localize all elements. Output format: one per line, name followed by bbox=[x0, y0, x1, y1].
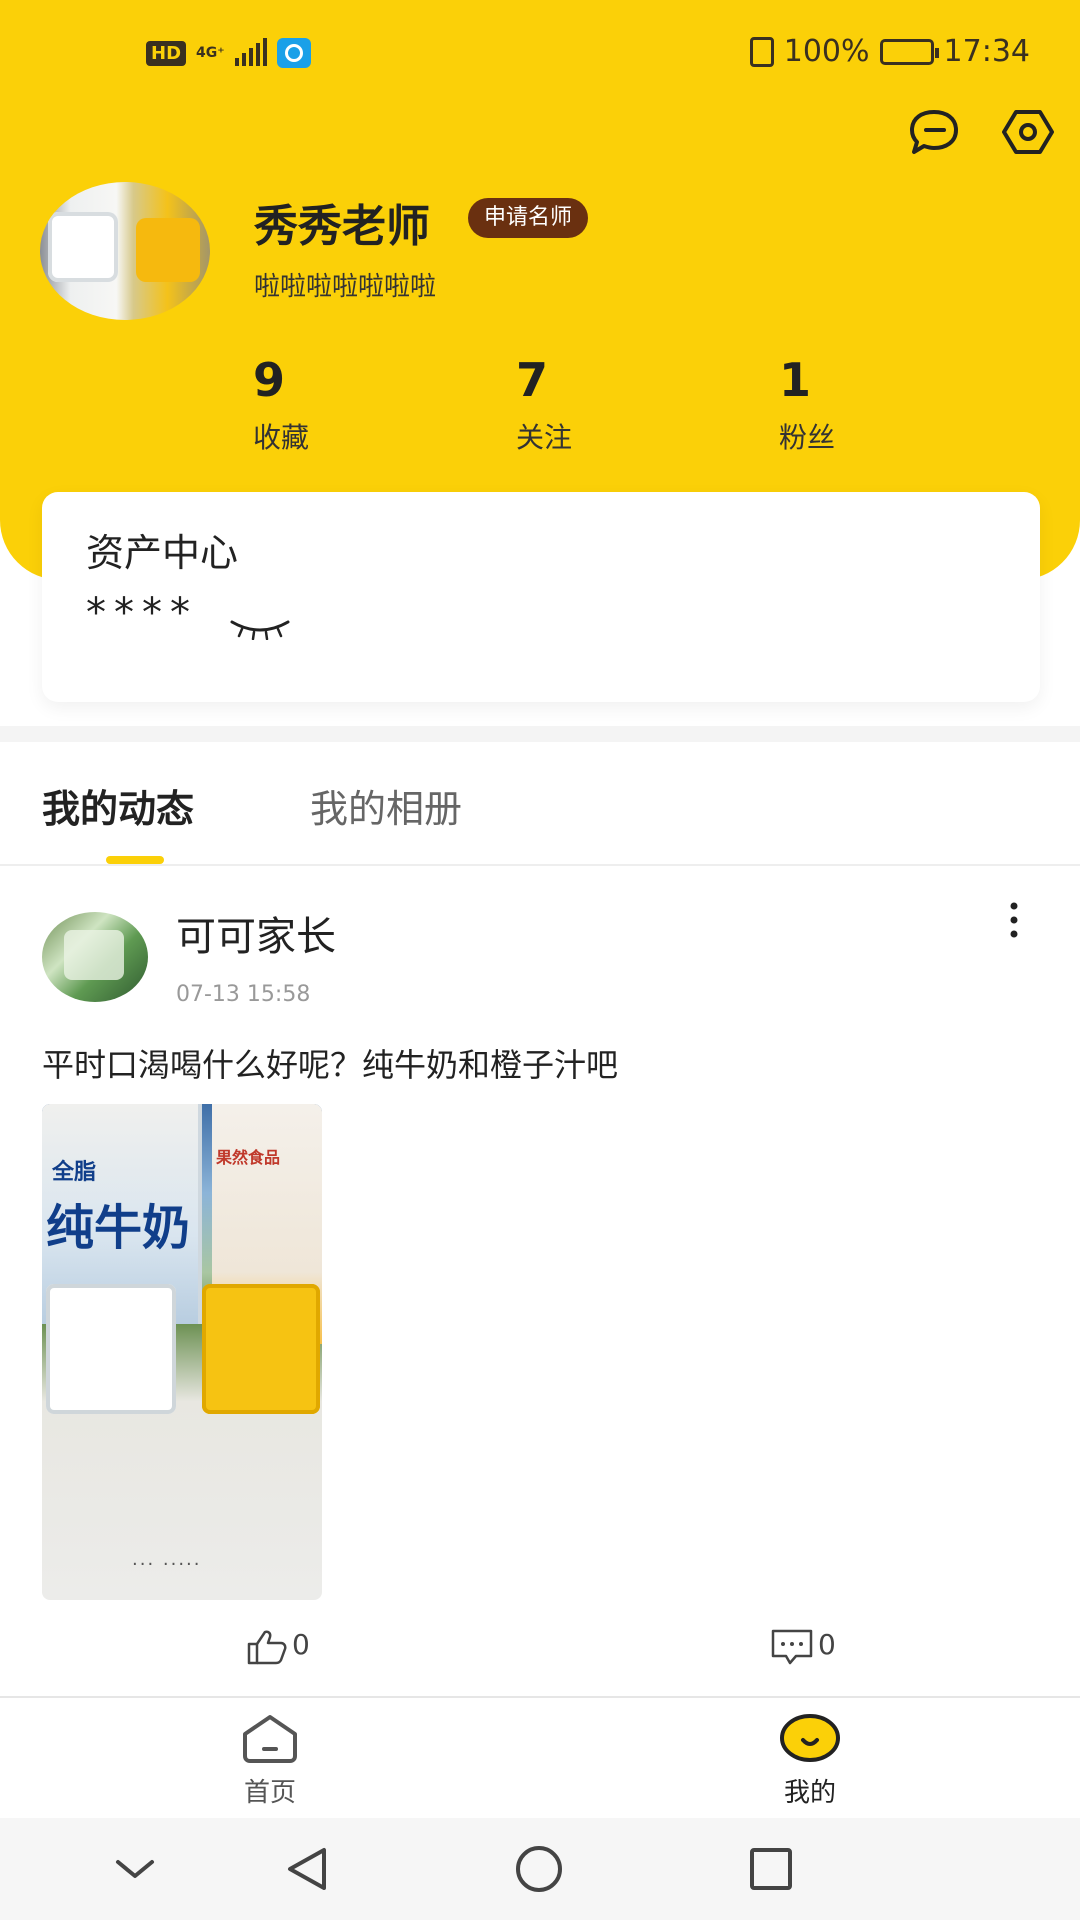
post-author-name[interactable]: 可可家长 bbox=[176, 904, 336, 962]
message-icon[interactable] bbox=[906, 108, 962, 156]
nav-mine[interactable]: 我的 bbox=[750, 1712, 870, 1809]
comment-count: 0 bbox=[818, 1628, 836, 1661]
image-text-bottle-brand: 果然食品 bbox=[216, 1148, 281, 1167]
user-name: 秀秀老师 bbox=[254, 201, 430, 252]
stat-following[interactable]: 7 关注 bbox=[516, 352, 676, 456]
active-tab-indicator bbox=[106, 856, 164, 864]
hd-badge: HD bbox=[146, 40, 187, 66]
post-text: 平时口渴喝什么好呢？纯牛奶和橙子汁吧 bbox=[42, 1046, 619, 1084]
tab-my-posts[interactable]: 我的动态 bbox=[42, 778, 194, 833]
chevron-down-icon[interactable] bbox=[108, 1844, 162, 1894]
smile-icon bbox=[780, 1714, 840, 1762]
home-circle-icon[interactable] bbox=[512, 1844, 566, 1894]
user-avatar[interactable] bbox=[40, 182, 210, 320]
stat-favorites[interactable]: 9 收藏 bbox=[253, 352, 413, 456]
battery-icon bbox=[879, 38, 939, 65]
system-navigation-bar bbox=[0, 1818, 1080, 1920]
post-timestamp: 07-13 15:58 bbox=[176, 982, 311, 1007]
thumbs-up-icon[interactable] bbox=[246, 1628, 288, 1666]
apply-teacher-button[interactable]: 申请名师 bbox=[468, 198, 589, 238]
search-app-icon bbox=[276, 38, 311, 68]
more-options-icon[interactable] bbox=[1004, 900, 1024, 940]
image-text-pure-milk: 纯牛奶 bbox=[46, 1200, 191, 1256]
eye-closed-icon[interactable] bbox=[228, 618, 292, 640]
status-right: 100% 17:34 bbox=[749, 34, 1030, 69]
post-image[interactable]: 全脂 纯牛奶 果然食品 ··· ····· bbox=[42, 1104, 322, 1600]
asset-center-card[interactable]: 资产中心 **** bbox=[42, 492, 1040, 702]
bottom-navigation: 首页 我的 bbox=[0, 1696, 1080, 1818]
stat-value: 9 bbox=[253, 353, 286, 407]
back-triangle-icon[interactable] bbox=[282, 1844, 336, 1894]
comment-icon[interactable] bbox=[770, 1628, 814, 1666]
vibrate-icon bbox=[749, 36, 774, 67]
settings-icon[interactable] bbox=[1000, 108, 1056, 156]
home-icon bbox=[243, 1715, 297, 1763]
milk-glass-graphic bbox=[46, 1284, 176, 1414]
nav-label-home: 首页 bbox=[243, 1778, 296, 1808]
stat-value: 7 bbox=[516, 353, 549, 407]
image-dots: ··· ····· bbox=[132, 1554, 202, 1575]
status-bar: HD 4G⁺ 100% 17:34 bbox=[0, 0, 1080, 110]
signal-icon bbox=[234, 38, 267, 66]
stat-value: 1 bbox=[779, 353, 812, 407]
clock: 17:34 bbox=[943, 34, 1030, 69]
recent-apps-icon[interactable] bbox=[744, 1844, 798, 1894]
juice-glass-graphic bbox=[202, 1284, 320, 1414]
section-divider bbox=[0, 726, 1080, 742]
network-type: 4G⁺ bbox=[196, 45, 225, 61]
tab-my-album[interactable]: 我的相册 bbox=[310, 778, 462, 833]
like-count: 0 bbox=[292, 1628, 310, 1661]
post-author-avatar[interactable] bbox=[42, 912, 148, 1002]
status-left: HD 4G⁺ bbox=[146, 38, 311, 68]
nav-label-mine: 我的 bbox=[783, 1778, 836, 1808]
stat-label: 收藏 bbox=[253, 421, 310, 454]
asset-center-title: 资产中心 bbox=[86, 531, 239, 575]
stat-followers[interactable]: 1 粉丝 bbox=[779, 352, 939, 456]
content-tabs: 我的动态 我的相册 bbox=[0, 742, 1080, 866]
user-bio: 啦啦啦啦啦啦啦 bbox=[254, 272, 437, 302]
stat-label: 关注 bbox=[516, 421, 573, 454]
battery-percent: 100% bbox=[783, 34, 870, 69]
asset-masked-value: **** bbox=[86, 590, 198, 636]
stat-label: 粉丝 bbox=[779, 421, 836, 454]
nav-home[interactable]: 首页 bbox=[210, 1712, 330, 1809]
image-text-full-fat: 全脂 bbox=[52, 1160, 97, 1185]
